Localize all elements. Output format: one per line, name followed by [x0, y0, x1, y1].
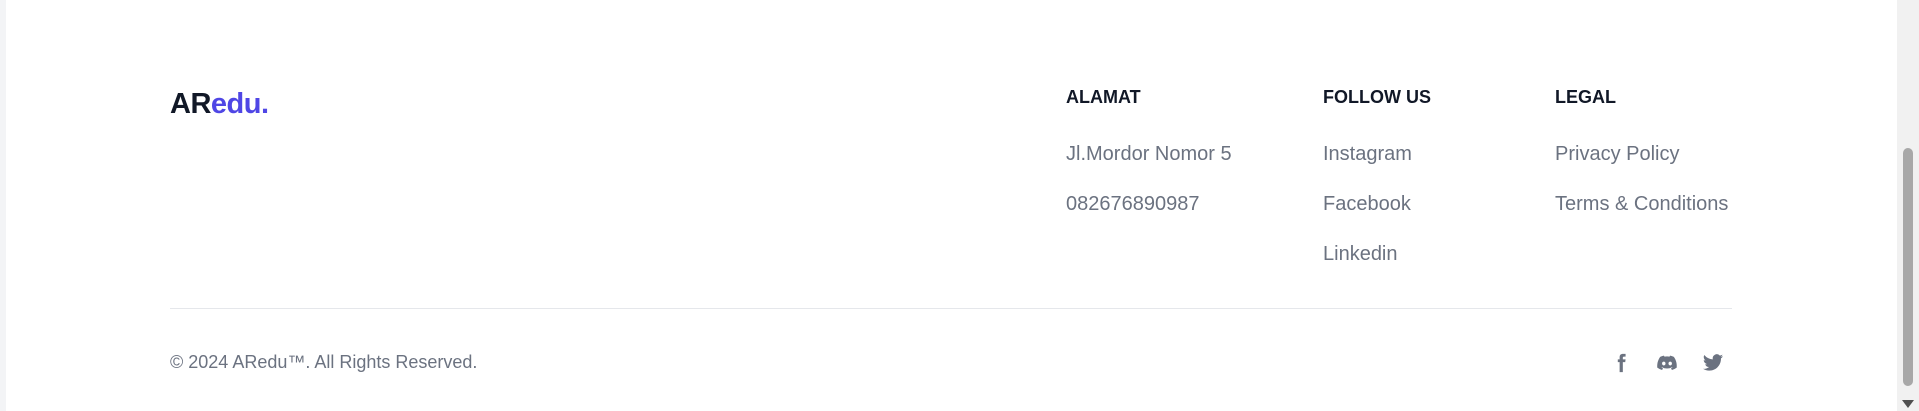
follow-us-column: FOLLOW US Instagram Facebook Linkedin — [1323, 86, 1431, 266]
footer-section: ARedu. ALAMAT Jl.Mordor Nomor 5 08267689… — [6, 0, 1897, 411]
scroll-down-arrow-icon[interactable] — [1902, 400, 1914, 408]
social-links — [1610, 352, 1726, 376]
legal-column: LEGAL Privacy Policy Terms & Conditions — [1555, 86, 1728, 216]
instagram-link[interactable]: Instagram — [1323, 143, 1412, 165]
discord-icon[interactable] — [1656, 352, 1680, 376]
scrollbar-thumb[interactable] — [1903, 148, 1913, 386]
terms-conditions-link[interactable]: Terms & Conditions — [1555, 193, 1728, 215]
logo[interactable]: ARedu. — [170, 88, 269, 121]
legal-heading: LEGAL — [1555, 87, 1616, 107]
alamat-heading: ALAMAT — [1066, 87, 1141, 107]
facebook-link[interactable]: Facebook — [1323, 193, 1411, 215]
vertical-scrollbar[interactable] — [1897, 0, 1919, 411]
privacy-policy-link[interactable]: Privacy Policy — [1555, 143, 1679, 165]
facebook-icon[interactable] — [1610, 352, 1634, 376]
linkedin-link[interactable]: Linkedin — [1323, 243, 1398, 265]
footer-divider — [170, 308, 1732, 309]
follow-us-heading: FOLLOW US — [1323, 87, 1431, 107]
address-text: Jl.Mordor Nomor 5 — [1066, 143, 1232, 165]
copyright-text: © 2024 ARedu™. All Rights Reserved. — [170, 352, 478, 372]
twitter-icon[interactable] — [1702, 352, 1726, 376]
logo-part-edu: edu. — [210, 88, 269, 120]
phone-text: 082676890987 — [1066, 193, 1200, 215]
alamat-column: ALAMAT Jl.Mordor Nomor 5 082676890987 — [1066, 86, 1232, 216]
logo-part-ar: AR — [170, 88, 211, 120]
